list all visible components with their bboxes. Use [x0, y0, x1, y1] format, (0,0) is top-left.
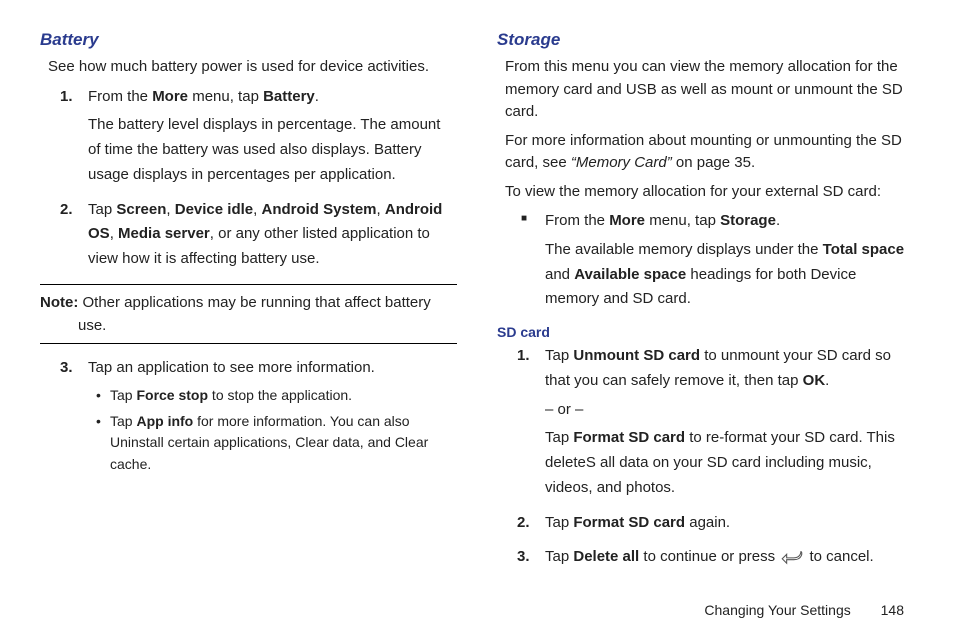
bold-storage: Storage — [720, 212, 776, 229]
step-body: Tap Delete all to continue or press to c… — [545, 545, 914, 570]
step-body: Tap Screen, Device idle, Android System,… — [88, 198, 457, 272]
storage-square-list: From the More menu, tap Storage. The ava… — [497, 209, 914, 312]
bold-media-server: Media server — [118, 225, 210, 242]
page-columns: Battery See how much battery power is us… — [40, 30, 914, 580]
text: again. — [685, 514, 730, 531]
bullet-force-stop: Tap Force stop to stop the application. — [96, 385, 457, 407]
bullet-app-info: Tap App info for more information. You c… — [96, 411, 457, 476]
text: From the — [545, 212, 609, 229]
bold-device-idle: Device idle — [175, 201, 253, 218]
battery-step-2: 2. Tap Screen, Device idle, Android Syst… — [88, 198, 457, 272]
text: The available memory displays under the — [545, 241, 823, 258]
sdcard-heading: SD card — [497, 324, 914, 340]
left-column: Battery See how much battery power is us… — [40, 30, 457, 580]
text: . — [315, 88, 319, 105]
text: . — [825, 372, 829, 389]
battery-heading: Battery — [40, 30, 457, 50]
text: to continue or press — [639, 548, 779, 565]
sdcard-step-2: 2. Tap Format SD card again. — [545, 511, 914, 536]
sdcard-step-3: 3. Tap Delete all to continue or press t… — [545, 545, 914, 570]
bold-format-sd: Format SD card — [573, 514, 685, 531]
text: Tap — [545, 429, 573, 446]
bold-delete-all: Delete all — [573, 548, 639, 565]
step-body: From the More menu, tap Battery. — [88, 85, 457, 110]
bold-total-space: Total space — [823, 241, 904, 258]
storage-p2: For more information about mounting or u… — [505, 130, 914, 175]
step-alt: Tap Format SD card to re-format your SD … — [545, 426, 914, 500]
step-body: Tap Format SD card again. — [545, 511, 914, 536]
text: Tap — [110, 387, 136, 403]
text: . — [776, 212, 780, 229]
bold-android-system: Android System — [261, 201, 376, 218]
text: From the — [88, 88, 152, 105]
sdcard-step-1: 1. Tap Unmount SD card to unmount your S… — [545, 344, 914, 501]
bold-screen: Screen — [116, 201, 166, 218]
text: Tap — [88, 201, 116, 218]
text: to cancel. — [805, 548, 873, 565]
bold-ok: OK — [803, 372, 826, 389]
or-separator: – or – — [545, 398, 914, 423]
sq-cont: The available memory displays under the … — [545, 238, 914, 312]
battery-step-1: 1. From the More menu, tap Battery. The … — [88, 85, 457, 188]
step-number: 1. — [517, 344, 530, 369]
bold-force-stop: Force stop — [136, 387, 208, 403]
storage-p3: To view the memory allocation for your e… — [505, 181, 914, 204]
bold-app-info: App info — [136, 413, 193, 429]
text: to stop the application. — [208, 387, 352, 403]
storage-heading: Storage — [497, 30, 914, 50]
battery-steps: 1. From the More menu, tap Battery. The … — [40, 85, 457, 272]
bold-battery: Battery — [263, 88, 315, 105]
chapter-title: Changing Your Settings — [704, 602, 850, 618]
bullets: Tap Force stop to stop the application. … — [88, 385, 457, 476]
battery-step-3: 3. Tap an application to see more inform… — [88, 356, 457, 476]
right-column: Storage From this menu you can view the … — [497, 30, 914, 580]
storage-p1: From this menu you can view the memory a… — [505, 56, 914, 124]
bold-more: More — [152, 88, 188, 105]
text: , — [110, 225, 118, 242]
step-cont: The battery level displays in percentage… — [88, 113, 457, 187]
back-icon — [781, 549, 803, 565]
text: Tap — [545, 548, 573, 565]
note-label: Note: — [40, 294, 83, 311]
text: , — [166, 201, 174, 218]
step-body: Tap Unmount SD card to unmount your SD c… — [545, 344, 914, 394]
note-text: Other applications may be running that a… — [78, 294, 431, 334]
step-number: 3. — [60, 356, 73, 381]
battery-intro: See how much battery power is used for d… — [48, 56, 457, 79]
note-body: Note: Other applications may be running … — [40, 291, 457, 338]
step-number: 1. — [60, 85, 73, 110]
page-number: 148 — [881, 602, 904, 618]
text: , — [377, 201, 385, 218]
text: Tap — [110, 413, 136, 429]
sdcard-steps: 1. Tap Unmount SD card to unmount your S… — [497, 344, 914, 570]
page-footer: Changing Your Settings 148 — [704, 602, 904, 618]
bold-more: More — [609, 212, 645, 229]
battery-steps-cont: 3. Tap an application to see more inform… — [40, 356, 457, 476]
italic-memory-card: “Memory Card” — [571, 154, 672, 171]
bold-format-sd: Format SD card — [573, 429, 685, 446]
step-number: 2. — [517, 511, 530, 536]
text: Tap — [545, 514, 573, 531]
text: Tap — [545, 347, 573, 364]
step-number: 3. — [517, 545, 530, 570]
note-box: Note: Other applications may be running … — [40, 284, 457, 345]
bold-available-space: Available space — [574, 266, 686, 283]
storage-sq-item: From the More menu, tap Storage. The ava… — [545, 209, 914, 312]
text: menu, tap — [645, 212, 720, 229]
step-number: 2. — [60, 198, 73, 223]
sq-body: From the More menu, tap Storage. — [545, 212, 780, 229]
step-body: Tap an application to see more informati… — [88, 356, 457, 381]
bold-unmount-sd: Unmount SD card — [573, 347, 700, 364]
text: menu, tap — [188, 88, 263, 105]
text: and — [545, 266, 574, 283]
text: on page 35. — [672, 154, 755, 171]
